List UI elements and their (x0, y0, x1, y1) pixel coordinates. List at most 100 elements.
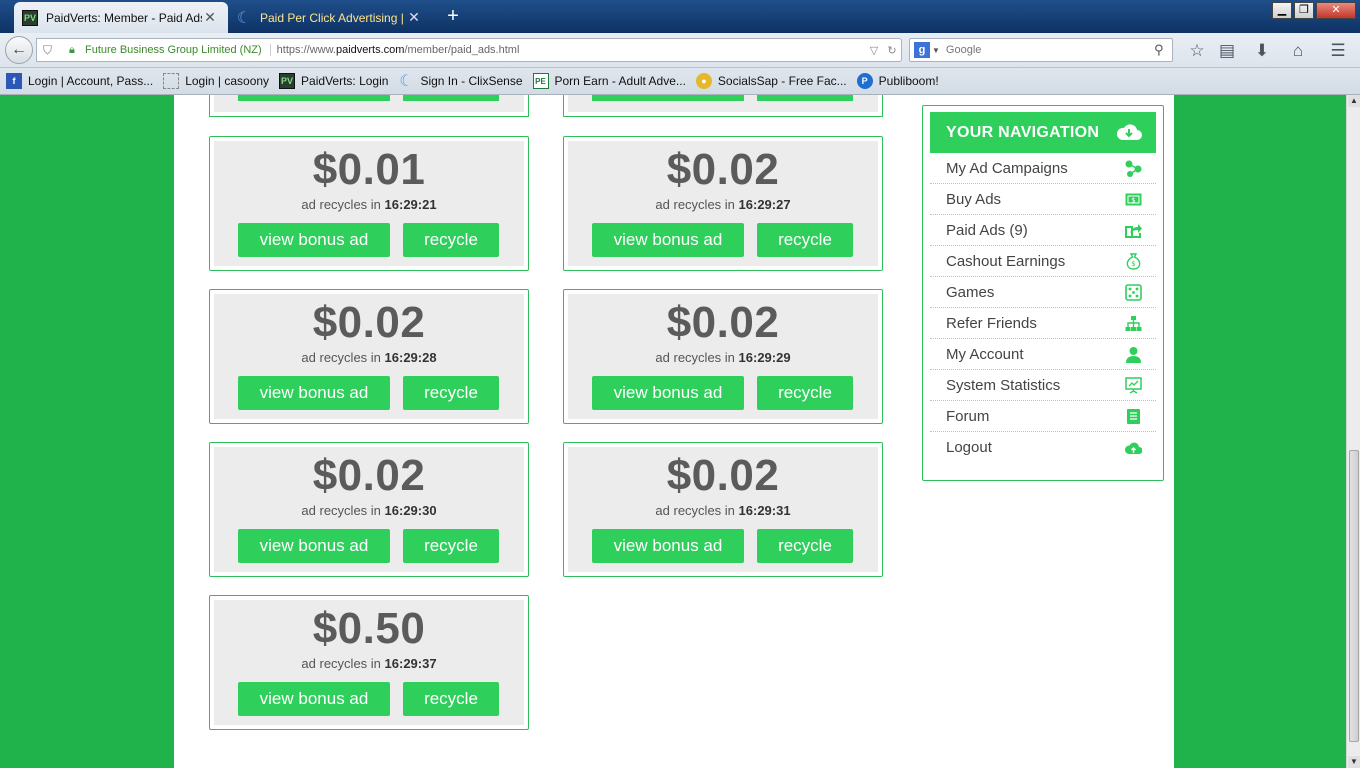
close-icon[interactable]: ✕ (202, 9, 218, 26)
ad-recycle-timer: ad recycles in 16:29:29 (655, 350, 791, 365)
nav-header: YOUR NAVIGATION (930, 112, 1156, 153)
nav-item-refer-friends[interactable]: Refer Friends (930, 308, 1156, 339)
window-close-button[interactable]: ✕ (1316, 2, 1356, 19)
recycle-button[interactable]: recycle (757, 529, 853, 563)
bookmark-item[interactable]: ● SocialsSap - Free Fac... (695, 73, 847, 89)
nav-item-my-ad-campaigns[interactable]: My Ad Campaigns (930, 153, 1156, 184)
reload-icon[interactable]: ↻ (883, 44, 901, 57)
site-identity[interactable]: Future Business Group Limited (NZ) (85, 44, 271, 56)
bookmark-item[interactable]: P Publiboom! (856, 73, 939, 89)
ad-recycle-timer: ad recycles in 16:29:31 (655, 503, 791, 518)
navigation-toolbar: ← ⛉ 🔒︎ Future Business Group Limited (NZ… (0, 33, 1360, 68)
page-scrollbar[interactable]: ▲ ▼ (1346, 95, 1360, 768)
ad-recycle-timer: ad recycles in 16:29:37 (301, 656, 437, 671)
nav-title: YOUR NAVIGATION (946, 123, 1100, 141)
ad-card: $0.02 ad recycles in 16:29:30 view bonus… (209, 442, 529, 577)
window-controls: ▁ ❐ ✕ (1272, 2, 1356, 19)
bookmark-item[interactable]: Login | casoony (163, 73, 269, 89)
nav-item-paid-ads[interactable]: Paid Ads (9) (930, 215, 1156, 246)
ad-amount: $0.50 (312, 604, 426, 653)
recycle-button[interactable]: recycle (757, 223, 853, 257)
ad-recycle-timer: ad recycles in 16:29:21 (301, 197, 437, 212)
view-bonus-ad-button[interactable]: view bonus ad (238, 223, 390, 257)
view-bonus-ad-button[interactable]: view bonus ad (592, 529, 744, 563)
main-content: $0.01 ad recycles in 16:29:21 view bonus… (174, 95, 1174, 768)
ad-card: $0.02 ad recycles in 16:29:28 view bonus… (209, 289, 529, 424)
tab-bar: PV PaidVerts: Member - Paid Ads ✕ ☾ Paid… (0, 0, 1360, 33)
bookmark-item[interactable]: PE Porn Earn - Adult Adve... (532, 73, 686, 89)
search-input[interactable]: Google (946, 44, 1154, 56)
url-text[interactable]: https://www.paidverts.com/member/paid_ad… (277, 44, 865, 56)
svg-text:$: $ (1131, 197, 1135, 205)
shield-icon: ⛉ (43, 42, 53, 57)
cloud-upload-icon (1125, 442, 1142, 454)
ad-card: $0.02 ad recycles in 16:29:31 view bonus… (563, 442, 883, 577)
scroll-down-arrow-icon[interactable]: ▼ (1348, 756, 1360, 768)
recycle-button[interactable]: recycle (403, 529, 499, 563)
reading-list-icon[interactable]: ▤ (1216, 41, 1238, 61)
bookmark-item[interactable]: PV PaidVerts: Login (279, 73, 388, 89)
chevron-down-icon[interactable]: ▼ (932, 46, 940, 55)
blank-page-icon (163, 73, 180, 89)
view-bonus-ad-button[interactable]: view bonus ad (238, 376, 390, 410)
back-button[interactable]: ← (5, 36, 33, 64)
recycle-button[interactable] (757, 95, 853, 101)
nav-item-buy-ads[interactable]: Buy Ads $ (930, 184, 1156, 215)
tab-paidverts[interactable]: PV PaidVerts: Member - Paid Ads ✕ (14, 2, 228, 33)
ad-amount: $0.02 (666, 145, 780, 194)
home-icon[interactable]: ⌂ (1287, 41, 1309, 61)
nav-item-my-account[interactable]: My Account (930, 339, 1156, 370)
user-icon (1126, 347, 1141, 363)
recycle-button[interactable]: recycle (403, 682, 499, 716)
nav-item-forum[interactable]: Forum (930, 401, 1156, 432)
nav-item-games[interactable]: Games (930, 277, 1156, 308)
ad-card: $0.02 ad recycles in 16:29:29 view bonus… (563, 289, 883, 424)
new-tab-button[interactable]: + (442, 5, 464, 28)
bookmark-item[interactable]: f Login | Account, Pass... (6, 73, 153, 89)
tab-ppc[interactable]: ☾ Paid Per Click Advertising | Pai... ✕ (228, 2, 432, 33)
url-dropdown-icon[interactable]: ▽ (865, 44, 883, 57)
pv-icon: PV (22, 9, 38, 26)
view-bonus-ad-button[interactable] (238, 95, 390, 101)
dollar-bill-icon: $ (1125, 193, 1142, 206)
ad-recycle-timer: ad recycles in 16:29:28 (301, 350, 437, 365)
ad-amount: $0.01 (312, 145, 426, 194)
view-bonus-ad-button[interactable]: view bonus ad (592, 223, 744, 257)
ad-card-partial (563, 95, 883, 117)
view-bonus-ad-button[interactable] (592, 95, 744, 101)
download-icon[interactable]: ⬇ (1251, 41, 1273, 61)
menu-icon[interactable]: ☰ (1327, 41, 1349, 61)
minimize-button[interactable]: ▁ (1272, 2, 1292, 19)
recycle-button[interactable]: recycle (403, 376, 499, 410)
ad-card: $0.01 ad recycles in 16:29:21 view bonus… (209, 136, 529, 271)
scrollbar-thumb[interactable] (1349, 450, 1359, 742)
money-bag-icon: $ (1126, 253, 1141, 270)
ad-amount: $0.02 (312, 298, 426, 347)
clixsense-icon: ☾ (399, 73, 414, 90)
clixsense-icon: ☾ (236, 9, 252, 27)
search-bar[interactable]: g ▼ Google ⚲ (909, 38, 1173, 62)
recycle-button[interactable]: recycle (403, 223, 499, 257)
ad-card: $0.50 ad recycles in 16:29:37 view bonus… (209, 595, 529, 730)
nav-item-cashout-earnings[interactable]: Cashout Earnings $ (930, 246, 1156, 277)
nav-item-system-statistics[interactable]: System Statistics (930, 370, 1156, 401)
svg-text:$: $ (1131, 260, 1135, 268)
restore-button[interactable]: ❐ (1294, 2, 1314, 19)
scroll-up-arrow-icon[interactable]: ▲ (1348, 95, 1360, 107)
nav-item-logout[interactable]: Logout (930, 432, 1156, 463)
bookmark-item[interactable]: ☾ Sign In - ClixSense (398, 73, 522, 90)
star-icon[interactable]: ☆ (1186, 41, 1208, 61)
search-icon[interactable]: ⚲ (1154, 42, 1172, 58)
your-navigation-panel: YOUR NAVIGATION My Ad Campaigns Buy Ads … (922, 105, 1164, 481)
recycle-button[interactable]: recycle (757, 376, 853, 410)
recycle-button[interactable] (403, 95, 499, 101)
google-icon[interactable]: g (914, 42, 930, 58)
url-bar[interactable]: ⛉ 🔒︎ Future Business Group Limited (NZ) … (36, 38, 902, 62)
view-bonus-ad-button[interactable]: view bonus ad (238, 529, 390, 563)
close-icon[interactable]: ✕ (406, 9, 422, 26)
view-bonus-ad-button[interactable]: view bonus ad (238, 682, 390, 716)
view-bonus-ad-button[interactable]: view bonus ad (592, 376, 744, 410)
ad-amount: $0.02 (312, 451, 426, 500)
share-icon (1125, 224, 1142, 238)
tab-title: PaidVerts: Member - Paid Ads (46, 10, 202, 25)
